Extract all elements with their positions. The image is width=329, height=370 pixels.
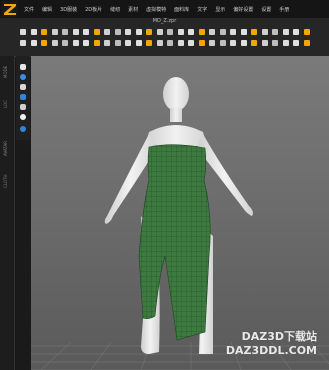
toolbar-tool-icon[interactable] bbox=[293, 40, 299, 46]
toolbar-tool-icon[interactable] bbox=[156, 40, 163, 46]
menu-item[interactable]: 素材 bbox=[128, 6, 138, 13]
green-dress[interactable] bbox=[138, 144, 211, 341]
menu-item[interactable]: 手册 bbox=[279, 6, 289, 13]
menu-item[interactable]: 虚拟模特 bbox=[146, 6, 166, 13]
toolbar-tool-icon[interactable] bbox=[20, 29, 26, 35]
toolbar-tool-icon[interactable] bbox=[209, 40, 215, 46]
pin-icon[interactable] bbox=[20, 104, 26, 110]
toolbar-tool-icon[interactable] bbox=[198, 40, 205, 46]
toolbar-tool-icon[interactable] bbox=[30, 40, 37, 46]
app-logo-icon[interactable] bbox=[2, 1, 18, 17]
toolbar-tool-icon[interactable] bbox=[188, 29, 194, 35]
toolbar-tool-icon[interactable] bbox=[93, 29, 100, 35]
toolbar-tool-icon[interactable] bbox=[240, 40, 247, 46]
toolbar-tool-icon[interactable] bbox=[135, 40, 142, 46]
menu-items: 文件 编辑 3D服装 2D板片 缝纫 素材 虚拟模特 面料库 文字 显示 偏好设置 设置 手册 bbox=[24, 0, 297, 18]
toolbar-tool-icon[interactable] bbox=[62, 40, 68, 46]
toolbar-tool-icon[interactable] bbox=[83, 29, 89, 35]
person-icon[interactable] bbox=[20, 84, 26, 90]
toolbar-tool-icon[interactable] bbox=[188, 40, 194, 46]
toolbar-tool-icon[interactable] bbox=[72, 29, 79, 35]
toolbar-tool-icon[interactable] bbox=[219, 29, 226, 35]
tab-loc[interactable]: LOC bbox=[3, 100, 8, 108]
toolbar-tool-icon[interactable] bbox=[156, 29, 163, 35]
light-icon[interactable] bbox=[20, 114, 26, 120]
menu-item[interactable]: 设置 bbox=[261, 6, 271, 13]
toolbar-tool-icon[interactable] bbox=[198, 29, 205, 35]
watermark-line1: DAZ3D下载站 bbox=[241, 330, 317, 343]
menu-item[interactable]: 面料库 bbox=[174, 6, 189, 13]
menu-item[interactable]: 文字 bbox=[197, 6, 207, 13]
toolbar-tool-icon[interactable] bbox=[146, 29, 152, 35]
toolbar-tool-icon[interactable] bbox=[261, 29, 268, 35]
tab-cloth[interactable]: CLOTH bbox=[3, 175, 8, 188]
menu-item[interactable]: 编辑 bbox=[42, 6, 52, 13]
toolbar-tool-icon[interactable] bbox=[177, 40, 184, 46]
tab-avatar[interactable]: AVATAR bbox=[3, 141, 8, 156]
toolbar-tool-icon[interactable] bbox=[125, 29, 131, 35]
toolbar-tool-icon[interactable] bbox=[125, 40, 131, 46]
toolbar: MD_Z.zpr bbox=[0, 18, 329, 57]
menu-bar: 文件 编辑 3D服装 2D板片 缝纫 素材 虚拟模特 面料库 文字 显示 偏好设置 设置 手册 bbox=[0, 0, 329, 18]
menu-item[interactable]: 偏好设置 bbox=[233, 6, 253, 13]
toolbar-tool-icon[interactable] bbox=[146, 40, 152, 46]
toolbar-tool-icon[interactable] bbox=[83, 40, 89, 46]
toolbar-tool-icon[interactable] bbox=[93, 40, 100, 46]
toolbar-tool-icon[interactable] bbox=[20, 40, 26, 46]
menu-item[interactable]: 显示 bbox=[215, 6, 225, 13]
cursor-icon[interactable] bbox=[20, 64, 26, 70]
toolbar-tool-icon[interactable] bbox=[303, 29, 310, 35]
toolbar-tool-icon[interactable] bbox=[219, 40, 226, 46]
menu-item[interactable]: 文件 bbox=[24, 6, 34, 13]
toolbar-tool-icon[interactable] bbox=[240, 29, 247, 35]
left-panel-strip: MODE LOC AVATAR CLOTH bbox=[0, 56, 15, 370]
toolbar-tool-icon[interactable] bbox=[293, 29, 299, 35]
toolbar-tool-icon[interactable] bbox=[177, 29, 184, 35]
menu-item[interactable]: 3D服装 bbox=[60, 6, 77, 13]
toolbar-tool-icon[interactable] bbox=[72, 40, 79, 46]
toolbar-tool-icon[interactable] bbox=[167, 40, 173, 46]
tool-palette bbox=[16, 56, 30, 140]
toolbar-tool-icon[interactable] bbox=[261, 40, 268, 46]
move-icon[interactable] bbox=[20, 94, 26, 100]
sphere-icon[interactable] bbox=[20, 126, 26, 132]
toolbar-tool-icon[interactable] bbox=[167, 29, 173, 35]
toolbar-tool-icon[interactable] bbox=[41, 40, 47, 46]
tab-mode[interactable]: MODE bbox=[3, 66, 8, 78]
toolbar-tool-icon[interactable] bbox=[251, 40, 257, 46]
toolbar-tool-icon[interactable] bbox=[303, 40, 310, 46]
menu-item[interactable]: 2D板片 bbox=[85, 6, 102, 13]
toolbar-tool-icon[interactable] bbox=[272, 29, 278, 35]
tool-row-primary bbox=[20, 27, 325, 37]
toolbar-tool-icon[interactable] bbox=[209, 29, 215, 35]
toolbar-tool-icon[interactable] bbox=[30, 29, 37, 35]
toolbar-tool-icon[interactable] bbox=[51, 40, 58, 46]
toolbar-tool-icon[interactable] bbox=[282, 40, 289, 46]
toolbar-tool-icon[interactable] bbox=[51, 29, 58, 35]
toolbar-tool-icon[interactable] bbox=[114, 29, 121, 35]
scene bbox=[31, 77, 329, 370]
toolbar-tool-icon[interactable] bbox=[114, 40, 121, 46]
file-title: MD_Z.zpr bbox=[152, 18, 177, 24]
toolbar-tool-icon[interactable] bbox=[272, 40, 278, 46]
toolbar-tool-icon[interactable] bbox=[62, 29, 68, 35]
toolbar-tool-icon[interactable] bbox=[230, 40, 236, 46]
toolbar-tool-icon[interactable] bbox=[251, 29, 257, 35]
tool-row-secondary bbox=[20, 38, 325, 48]
toolbar-tool-icon[interactable] bbox=[104, 29, 110, 35]
toolbar-tool-icon[interactable] bbox=[230, 29, 236, 35]
watermark-line2: DAZ3DDL.COM bbox=[225, 344, 317, 357]
toolbar-tool-icon[interactable] bbox=[135, 29, 142, 35]
toolbar-tool-icon[interactable] bbox=[282, 29, 289, 35]
circle-icon[interactable] bbox=[20, 74, 26, 80]
toolbar-tool-icon[interactable] bbox=[41, 29, 47, 35]
menu-item[interactable]: 缝纫 bbox=[110, 6, 120, 13]
3d-viewport[interactable]: DAZ3D下载站 DAZ3DDL.COM bbox=[31, 56, 329, 370]
toolbar-tool-icon[interactable] bbox=[104, 40, 110, 46]
